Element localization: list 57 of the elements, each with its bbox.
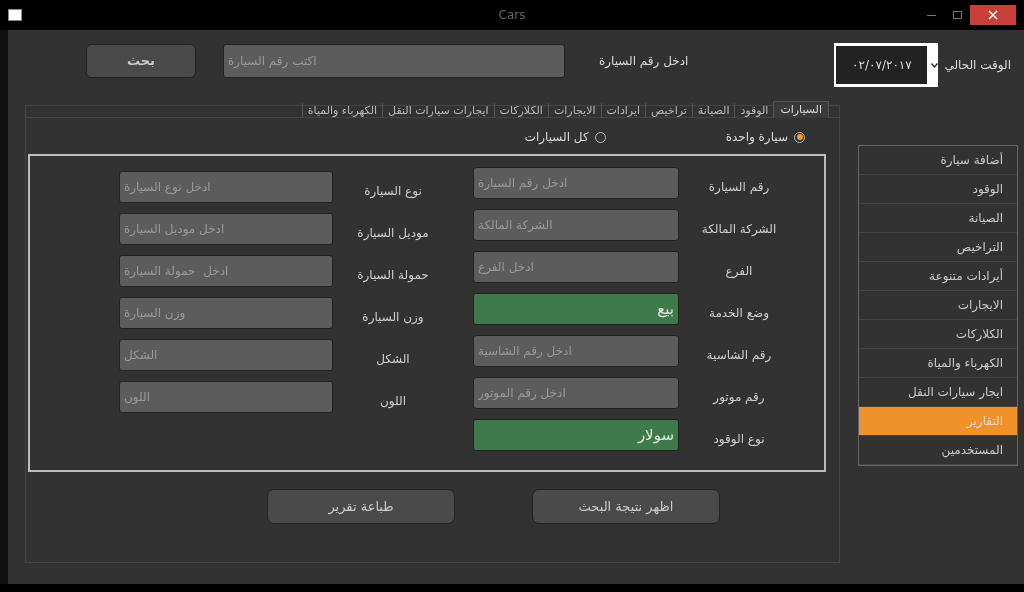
sidebar-item[interactable]: الكلاركات [859, 320, 1017, 349]
close-icon[interactable] [970, 5, 1016, 25]
input-field[interactable]: ادخل رقم الموتور [473, 377, 679, 409]
radio-label: سيارة واحدة [725, 129, 788, 146]
sidebar-item[interactable]: أضافة سيارة [859, 146, 1017, 175]
input-field[interactable]: ادخل نوع السيارة [119, 171, 333, 203]
date-picker[interactable]: ٠٢/٠٧/٢٠١٧ [834, 43, 939, 87]
field-label: رقم موتور [711, 389, 766, 406]
input-field[interactable]: اللون [119, 381, 333, 413]
input-field[interactable]: الشركة المالكة [473, 209, 679, 241]
input-field[interactable]: ادخل رقم السيارة [473, 167, 679, 199]
action-button[interactable]: طباعة تقرير [267, 489, 455, 524]
sidebar-item[interactable]: المستخدمين [859, 436, 1017, 465]
field-label: حمولة السيارة [356, 267, 430, 284]
sidebar-item[interactable]: الصيانة [859, 204, 1017, 233]
input-field[interactable]: ادخل موديل السيارة [119, 213, 333, 245]
tab[interactable]: ايجارات سيارات النقل [382, 103, 494, 118]
tab[interactable]: السيارات [773, 101, 829, 118]
sidebar-item[interactable]: الوقود [859, 175, 1017, 204]
sidebar-item[interactable]: الايجارات [859, 291, 1017, 320]
field-label: اللون [379, 393, 407, 410]
sidebar-item[interactable]: التراخيص [859, 233, 1017, 262]
input-field[interactable]: ادخل حمولة السيارة [119, 255, 333, 287]
tab[interactable]: الايجارات [547, 103, 601, 118]
input-field[interactable]: ادخل الفرع [473, 251, 679, 283]
chevron-down-icon [931, 62, 939, 68]
tab[interactable]: الكهرباء والمياة [301, 103, 383, 118]
field-label: نوع السيارة [363, 183, 423, 200]
search-button[interactable]: بحث [86, 44, 196, 78]
input-field[interactable]: ادخل رقم الشاسية [473, 335, 679, 367]
field-label: رقم الشاسية [705, 347, 773, 364]
input-field[interactable]: الشكل [119, 339, 333, 371]
tab[interactable]: ايرادات [600, 103, 646, 118]
field-label: الفرع [724, 263, 754, 280]
tab[interactable]: الوقود [734, 103, 774, 118]
field-label: نوع الوقود [712, 431, 766, 448]
field-label: رقم السيارة [707, 179, 771, 196]
input-field[interactable]: وزن السيارة [119, 297, 333, 329]
field-label: وضع الخدمة [707, 305, 771, 322]
search-field[interactable]: اكتب رقم السيارة [223, 44, 565, 78]
tab[interactable]: تراخيص [645, 103, 692, 118]
radio-label: كل السيارات [524, 129, 589, 146]
time-label: الوقت الحالي [944, 57, 1011, 74]
app-icon [8, 9, 22, 21]
window-title: Cars [498, 7, 526, 24]
combo-box[interactable]: سولار [473, 419, 679, 451]
tab[interactable]: الكلاركات [493, 103, 548, 118]
field-label: الشركة المالكة [700, 221, 778, 238]
sidebar-item[interactable]: الكهرباء والمياة [859, 349, 1017, 378]
action-button[interactable]: اظهر نتيجة البحث [532, 489, 720, 524]
field-label: وزن السيارة [361, 309, 425, 326]
sidebar-item[interactable]: أيرادات متنوعة [859, 262, 1017, 291]
field-label: الشكل [375, 351, 411, 368]
tab[interactable]: الصيانة [691, 103, 735, 118]
field-label: موديل السيارة [356, 225, 430, 242]
combo-box[interactable]: بيع [473, 293, 679, 325]
search-label: ادخل رقم السيارة [599, 53, 689, 70]
